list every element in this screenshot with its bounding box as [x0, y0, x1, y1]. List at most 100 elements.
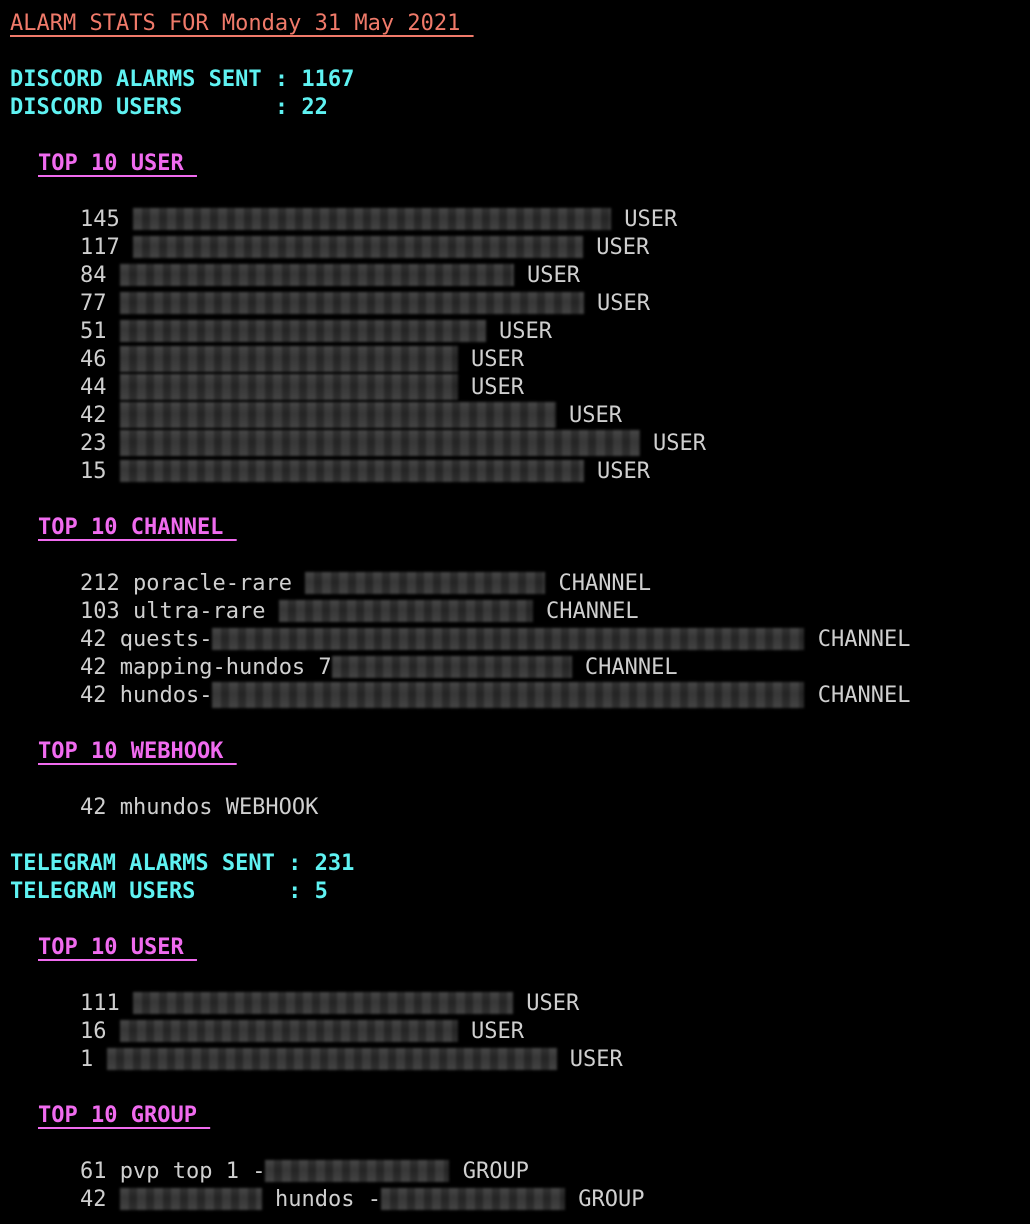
row-kind: CHANNEL [558, 571, 652, 596]
redacted-id [265, 1160, 450, 1182]
redacted-name [133, 992, 513, 1014]
terminal-output: ALARM STATS FOR Monday 31 May 2021 DISCO… [0, 0, 1030, 1224]
redacted-name [119, 402, 556, 428]
row-kind: USER [597, 459, 650, 484]
row-kind: USER [569, 1047, 623, 1072]
row-count: 44 [80, 375, 107, 400]
row-count: 16 [80, 1019, 107, 1044]
row-kind: USER [624, 207, 678, 232]
row-kind: CHANNEL [817, 683, 911, 708]
redacted-name [119, 346, 458, 372]
telegram-users: TELEGRAM USERS : 5 [10, 879, 328, 904]
row-kind: USER [499, 319, 552, 344]
telegram-user-row: 111 USER [80, 990, 579, 1018]
redacted-name [106, 1048, 557, 1070]
row-kind: USER [471, 347, 524, 372]
row-count: 1 [80, 1047, 94, 1072]
discord-channel-row: 103 ultra-rare CHANNEL [80, 598, 639, 626]
telegram-top-group-heading: TOP 10 GROUP [38, 1103, 211, 1128]
row-kind: USER [471, 375, 524, 400]
discord-channel-row: 42 mapping-hundos 7 CHANNEL [80, 654, 678, 682]
redacted-name [119, 320, 486, 342]
row-count: 51 [80, 319, 107, 344]
redacted-id [331, 656, 572, 678]
telegram-group-row: 42 hundos - GROUP [80, 1186, 644, 1214]
row-kind: USER [597, 291, 650, 316]
row-count: 61 [80, 1159, 107, 1184]
channel-name: ultra-rare [133, 599, 266, 624]
row-count: 23 [80, 431, 107, 456]
row-kind: USER [526, 991, 580, 1016]
redacted-name [119, 430, 640, 456]
channel-name: hundos- [119, 683, 213, 708]
redacted-id [212, 682, 805, 708]
discord-user-row: 51 USER [80, 318, 552, 346]
row-count: 42 [80, 1187, 107, 1212]
discord-users: DISCORD USERS : 22 [10, 95, 328, 120]
redacted-id [212, 628, 805, 650]
row-kind: USER [653, 431, 706, 456]
row-count: 42 [80, 403, 107, 428]
discord-user-row: 84 USER [80, 262, 580, 290]
row-kind: CHANNEL [545, 599, 639, 624]
discord-user-row: 145 USER [80, 206, 677, 234]
redacted-name [119, 460, 584, 482]
row-count: 84 [80, 263, 107, 288]
discord-user-row: 77 USER [80, 290, 650, 318]
channel-name: quests- [119, 627, 213, 652]
discord-top-channel-heading: TOP 10 CHANNEL [38, 515, 237, 540]
discord-channel-row: 212 poracle-rare CHANNEL [80, 570, 651, 598]
row-kind: USER [527, 263, 580, 288]
discord-user-row: 44 USER [80, 374, 524, 402]
redacted-name [119, 1020, 458, 1042]
discord-top-user-heading: TOP 10 USER [38, 151, 197, 176]
row-kind: GROUP [462, 1159, 529, 1184]
row-count: 42 [80, 683, 107, 708]
row-count: 42 [80, 655, 107, 680]
redacted-id [278, 600, 533, 622]
row-count: 117 [80, 235, 120, 260]
group-name: hundos - [275, 1187, 381, 1212]
row-count: 15 [80, 459, 107, 484]
discord-user-row: 23 USER [80, 430, 706, 458]
row-kind: USER [596, 235, 650, 260]
telegram-alarms-sent: TELEGRAM ALARMS SENT : 231 [10, 851, 355, 876]
telegram-user-row: 16 USER [80, 1018, 524, 1046]
row-count: 46 [80, 347, 107, 372]
row-count: 42 [80, 627, 107, 652]
row-kind: GROUP [578, 1187, 645, 1212]
discord-channel-row: 42 hundos- CHANNEL [80, 682, 910, 710]
discord-alarms-sent: DISCORD ALARMS SENT : 1167 [10, 67, 355, 92]
report-title: ALARM STATS FOR Monday 31 May 2021 [10, 11, 474, 36]
discord-webhook-row: 42 mhundos WEBHOOK [80, 795, 319, 820]
redacted-name [119, 264, 514, 286]
redacted-name [119, 374, 458, 400]
discord-user-row: 117 USER [80, 234, 649, 262]
redacted-name [119, 292, 584, 314]
row-kind: USER [471, 1019, 524, 1044]
redacted-name [133, 208, 611, 230]
row-count: 77 [80, 291, 107, 316]
telegram-user-row: 1 USER [80, 1046, 623, 1074]
row-kind: CHANNEL [584, 655, 678, 680]
redacted-id [305, 572, 546, 594]
channel-name: mapping-hundos 7 [119, 655, 332, 680]
row-kind: USER [569, 403, 622, 428]
discord-user-row: 46 USER [80, 346, 524, 374]
row-kind: CHANNEL [817, 627, 911, 652]
redacted-name [133, 236, 583, 258]
row-count: 103 [80, 599, 120, 624]
discord-top-webhook-heading: TOP 10 WEBHOOK [38, 739, 237, 764]
redacted-name [119, 1188, 262, 1210]
row-count: 212 [80, 571, 120, 596]
redacted-id [380, 1188, 565, 1210]
telegram-group-row: 61 pvp top 1 - GROUP [80, 1158, 529, 1186]
discord-channel-row: 42 quests- CHANNEL [80, 626, 910, 654]
discord-user-row: 42 USER [80, 402, 622, 430]
telegram-top-user-heading: TOP 10 USER [38, 935, 197, 960]
group-name: pvp top 1 - [119, 1159, 266, 1184]
row-count: 111 [80, 991, 120, 1016]
discord-user-row: 15 USER [80, 458, 650, 486]
row-count: 145 [80, 207, 120, 232]
channel-name: poracle-rare [133, 571, 292, 596]
